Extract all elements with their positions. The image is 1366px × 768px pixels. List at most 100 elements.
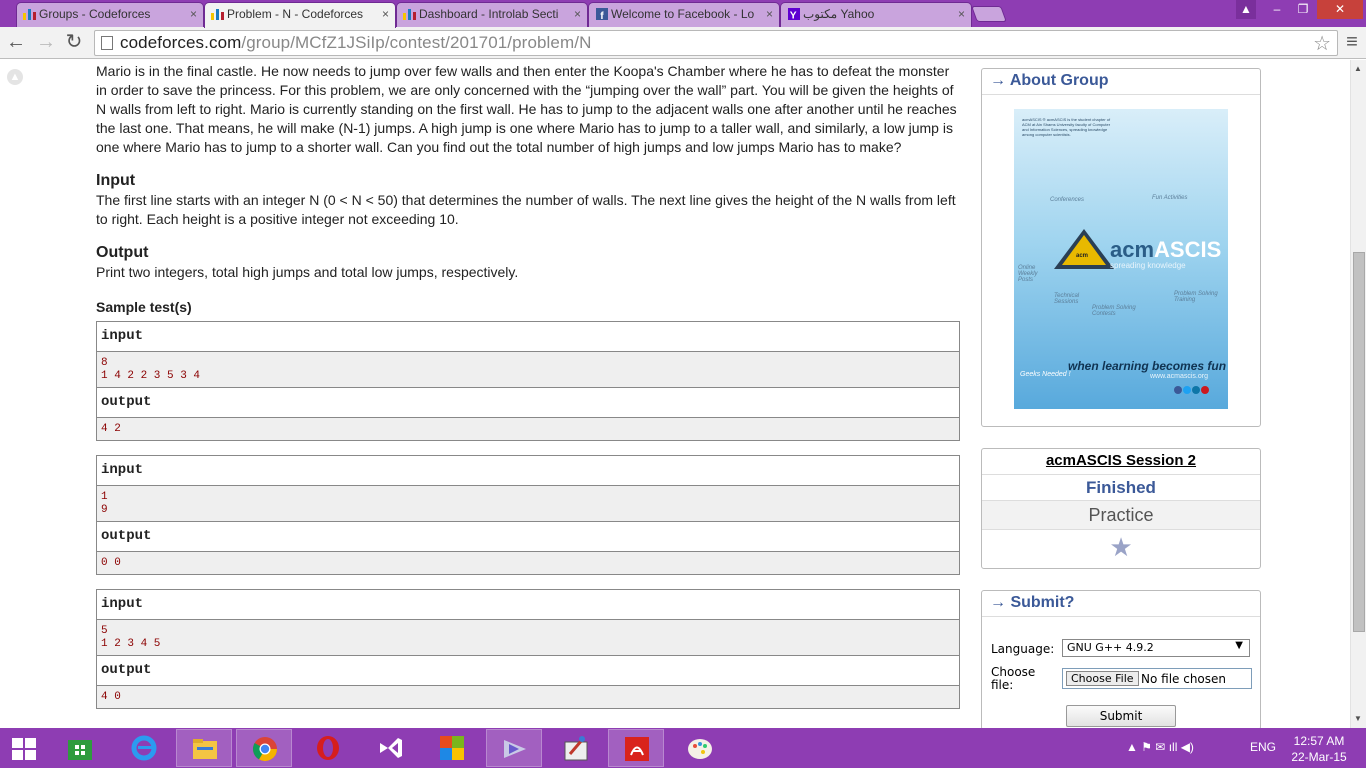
sample-line: 1 4 2 2 3 5 3 4 (101, 370, 201, 382)
bookmark-star-icon[interactable]: ☆ (1313, 31, 1331, 56)
sample-input[interactable]: 5 1 2 3 4 5 (97, 620, 959, 656)
tab-label: Dashboard - Introlab Secti (419, 7, 559, 21)
poster-label: Fun Activities (1152, 195, 1188, 201)
tab-problem-n[interactable]: Problem - N - Codeforces × (204, 2, 396, 28)
sample-input-header: input (97, 456, 959, 486)
taskbar-office[interactable] (424, 729, 480, 767)
tab-groups-codeforces[interactable]: Groups - Codeforces × (16, 2, 204, 27)
office-grid-icon (440, 736, 464, 760)
tab-dashboard-introlab[interactable]: Dashboard - Introlab Secti × (396, 2, 588, 27)
taskbar-store[interactable] (52, 729, 108, 767)
poster-label: Technical Sessions (1054, 293, 1080, 305)
address-bar[interactable]: codeforces.com/group/MCfZ1JSiIp/contest/… (94, 30, 1338, 56)
dropdown-arrow-icon: ▼ (1235, 640, 1243, 651)
svg-text:f: f (600, 11, 604, 20)
sample-output[interactable]: 4 2 (97, 418, 959, 440)
facebook-icon (1174, 386, 1182, 394)
sample-line: 1 (101, 491, 108, 503)
url-path: /group/MCfZ1JSiIp/contest/201701/problem… (241, 33, 592, 52)
chrome-icon (252, 737, 277, 762)
submit-button[interactable]: Submit (1066, 705, 1176, 727)
start-button[interactable] (0, 729, 50, 767)
taskbar-ie[interactable] (116, 729, 172, 767)
sample-test: input 1 9 output 0 0 (96, 455, 960, 575)
pyramid-face (1062, 235, 1106, 265)
acm-badge: acm (1076, 253, 1089, 259)
tab-close-icon[interactable]: × (190, 3, 197, 25)
scroll-up-arrow-icon[interactable]: ▲ (1354, 64, 1362, 73)
back-icon[interactable]: ← (4, 31, 28, 55)
page-icon (101, 36, 113, 50)
language-select[interactable]: GNU G++ 4.9.2 ▼ (1062, 639, 1250, 657)
tab-close-icon[interactable]: × (958, 3, 965, 25)
sample-input[interactable]: 8 1 4 2 2 3 5 3 4 (97, 352, 959, 388)
paint-app-icon (564, 736, 588, 761)
sample-output[interactable]: 0 0 (97, 552, 959, 574)
system-tray-icons[interactable]: ▲ ⚑ ✉ ıll ◀) (1126, 740, 1194, 754)
poster-label: Conferences (1050, 197, 1085, 203)
scroll-down-arrow-icon[interactable]: ▼ (1354, 714, 1362, 723)
tab-facebook[interactable]: f Welcome to Facebook - Lo × (588, 2, 780, 27)
sample-input[interactable]: 1 9 (97, 486, 959, 522)
taskbar-vs-window[interactable] (486, 729, 542, 767)
facebook-icon: f (596, 8, 608, 20)
poster-blurb: acmASCIS ® acmASCIS is the student chapt… (1022, 117, 1111, 137)
reload-icon[interactable]: ↻ (62, 31, 86, 55)
visual-studio-icon (504, 740, 526, 758)
sample-line: 4 2 (101, 423, 121, 435)
contest-name-link[interactable]: acmASCIS Session 2 (982, 449, 1260, 475)
vertical-scrollbar[interactable]: ▲ ▼ (1350, 60, 1366, 728)
close-window-button[interactable]: ✕ (1317, 0, 1363, 19)
sample-line: 8 (101, 357, 108, 369)
tab-yahoo[interactable]: Y مكتوب Yahoo × (780, 2, 972, 27)
taskbar-file-explorer[interactable] (176, 729, 232, 767)
clock-date: 22-Mar-15 (1291, 750, 1347, 764)
scroll-top-icon[interactable]: ▲ (7, 69, 23, 85)
minimize-button[interactable]: – (1264, 0, 1290, 19)
linkedin-icon (1192, 386, 1200, 394)
forward-icon[interactable]: → (34, 31, 58, 55)
taskbar-clock[interactable]: 12:57 AM 22-Mar-15 (1286, 733, 1352, 765)
input-section-title: Input (96, 172, 136, 189)
problem-legend: Mario is in the final castle. He now nee… (96, 63, 957, 155)
windows-logo-icon (12, 738, 36, 760)
tab-label: مكتوب Yahoo (803, 7, 875, 21)
taskbar-paint-tool[interactable] (548, 729, 604, 767)
sample-line: 4 0 (101, 691, 121, 703)
sample-output[interactable]: 4 0 (97, 686, 959, 708)
sample-output-header: output (97, 656, 959, 686)
paint-palette-icon (688, 739, 712, 759)
sample-line: 1 2 3 4 5 (101, 638, 161, 650)
sample-line: 0 0 (101, 557, 121, 569)
file-input[interactable]: Choose File No file chosen (1062, 668, 1252, 689)
submit-box-title: → Submit? (982, 591, 1260, 617)
store-icon (68, 740, 92, 760)
scrollbar-thumb[interactable] (1353, 252, 1365, 632)
taskbar-paint[interactable] (672, 729, 728, 767)
new-tab-button[interactable] (971, 6, 1007, 22)
language-indicator[interactable]: ENG (1250, 740, 1276, 754)
practice-link[interactable]: Practice (982, 501, 1260, 530)
language-value: GNU G++ 4.9.2 (1067, 641, 1154, 654)
internet-explorer-icon (131, 735, 157, 761)
poster-label: Online Weekly Posts (1018, 265, 1038, 283)
svg-text:Y: Y (790, 10, 797, 20)
taskbar-acrobat[interactable] (608, 729, 664, 767)
youtube-icon (1201, 386, 1209, 394)
tab-close-icon[interactable]: × (382, 3, 389, 25)
tab-close-icon[interactable]: × (574, 3, 581, 25)
favourite-star-icon[interactable]: ★ (982, 530, 1260, 566)
contest-phase: Finished (982, 475, 1260, 501)
taskbar-chrome[interactable] (236, 729, 292, 767)
chrome-menu-icon[interactable]: ≡ (1340, 31, 1364, 55)
sample-output-header: output (97, 522, 959, 552)
poster-geeks: Geeks Needed ! (1020, 371, 1071, 378)
choose-file-button[interactable]: Choose File (1066, 671, 1139, 686)
taskbar-opera[interactable] (300, 729, 356, 767)
user-icon[interactable]: ▲ (1236, 0, 1256, 19)
about-group-title: → About Group (982, 69, 1260, 95)
taskbar-visual-studio[interactable] (362, 729, 418, 767)
sample-test: input 5 1 2 3 4 5 output 4 0 (96, 589, 960, 709)
restore-button[interactable]: ❐ (1290, 0, 1316, 19)
tab-close-icon[interactable]: × (766, 3, 773, 25)
